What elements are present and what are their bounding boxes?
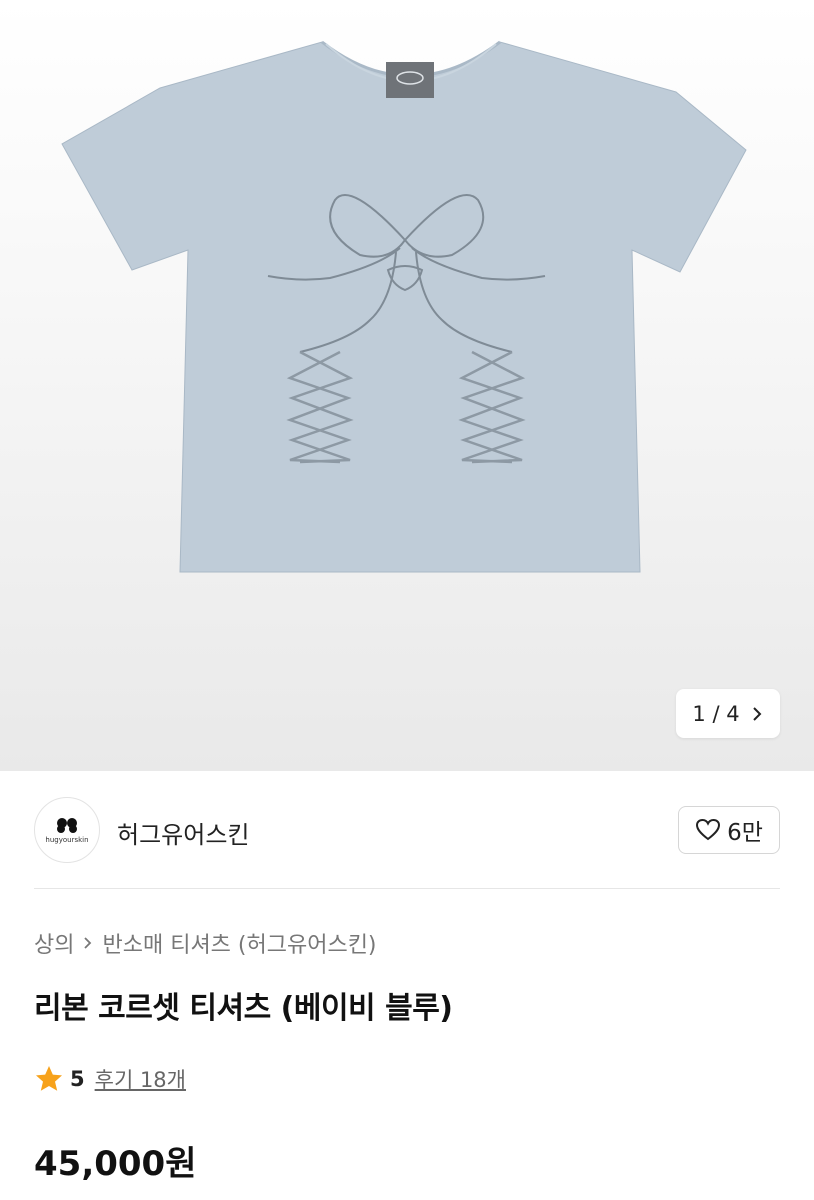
- star-icon: [36, 1066, 62, 1091]
- chevron-right-icon: [84, 937, 92, 949]
- product-photo: [61, 40, 747, 573]
- heart-outline-icon: [696, 818, 721, 841]
- image-counter[interactable]: 1 / 4: [676, 689, 780, 738]
- breadcrumb: 상의 반소매 티셔츠 (허그유어스킨): [34, 927, 377, 959]
- brand-avatar[interactable]: hugyourskin: [34, 797, 100, 863]
- product-image-gallery[interactable]: 1 / 4: [0, 0, 814, 771]
- brand-logo-icon: [57, 818, 77, 833]
- rating-row: 5 후기 18개: [34, 1064, 186, 1094]
- product-title: 리본 코르셋 티셔츠 (베이비 블루): [34, 991, 453, 1026]
- like-count: 6만: [727, 820, 763, 846]
- brand-avatar-text: hugyourskin: [45, 836, 89, 844]
- breadcrumb-category[interactable]: 상의: [34, 927, 74, 959]
- chevron-right-icon[interactable]: [750, 706, 764, 722]
- rating-score: 5: [70, 1067, 85, 1091]
- breadcrumb-subcategory[interactable]: 반소매 티셔츠 (허그유어스킨): [102, 927, 376, 959]
- brand-row: hugyourskin 허그유어스킨 6만: [34, 797, 780, 863]
- like-button[interactable]: 6만: [678, 806, 780, 854]
- brand-name[interactable]: 허그유어스킨: [117, 815, 249, 850]
- product-price: 45,000원: [34, 1144, 197, 1184]
- reviews-link[interactable]: 후기 18개: [95, 1064, 186, 1094]
- image-counter-text: 1 / 4: [692, 701, 740, 726]
- divider: [34, 888, 780, 889]
